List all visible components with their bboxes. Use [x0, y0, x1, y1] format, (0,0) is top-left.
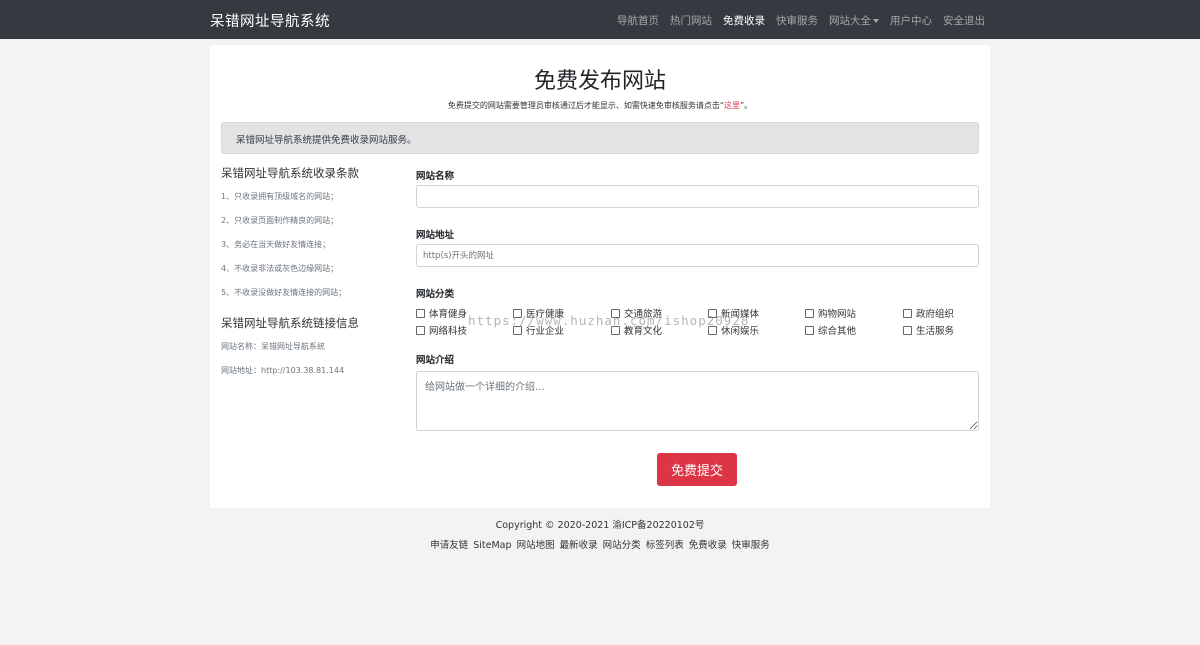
- footer-link-fast-review[interactable]: 快审服务: [732, 540, 770, 551]
- nav-item-free-submit[interactable]: 免费收录: [723, 13, 765, 28]
- footer-copyright: Copyright © 2020-2021 渝ICP备20220102号: [495, 520, 705, 531]
- footer-link-categories[interactable]: 网站分类: [603, 540, 641, 551]
- rules-title: 呆错网址导航系统收录条款: [221, 166, 359, 180]
- category-checkbox[interactable]: 休闲娱乐: [708, 323, 759, 337]
- category-option-label: 购物网站: [818, 309, 857, 320]
- category-checkbox[interactable]: 行业企业: [513, 323, 564, 337]
- category-checkbox[interactable]: 体育健身: [416, 306, 467, 320]
- category-option-label: 综合其他: [818, 326, 857, 337]
- checkbox-icon[interactable]: [805, 308, 814, 318]
- checkbox-icon[interactable]: [708, 325, 717, 335]
- checkbox-icon[interactable]: [903, 325, 912, 335]
- footer-link-free-submit[interactable]: 免费收录: [689, 540, 727, 551]
- checkbox-icon[interactable]: [611, 325, 620, 335]
- nav-item-hot[interactable]: 热门网站: [670, 13, 712, 28]
- category-checkbox[interactable]: 教育文化: [611, 323, 662, 337]
- checkbox-icon[interactable]: [513, 325, 522, 335]
- category-checkbox[interactable]: 政府组织: [903, 306, 954, 320]
- category-option-label: 教育文化: [624, 326, 663, 337]
- category-checkbox[interactable]: 新闻媒体: [708, 306, 759, 320]
- rule-item: 5、不收录没做好友情连接的网站；: [221, 288, 347, 297]
- nav-item-fast-review[interactable]: 快审服务: [776, 13, 818, 28]
- site-intro-textarea[interactable]: [416, 371, 979, 431]
- nav-item-logout[interactable]: 安全退出: [943, 13, 985, 28]
- category-option-label: 体育健身: [429, 309, 468, 320]
- nav-item-home[interactable]: 导航首页: [617, 13, 659, 28]
- free-submit-button[interactable]: 免费提交: [657, 453, 737, 486]
- footer-link-latest[interactable]: 最新收录: [560, 540, 598, 551]
- category-checkbox[interactable]: 医疗健康: [513, 306, 564, 320]
- site-url-label: 网站地址: [416, 230, 455, 241]
- checkbox-icon[interactable]: [903, 308, 912, 318]
- subtitle-text: 免费提交的网站需要管理员审核通过后才能显示、如需快速免审核服务请点击“: [447, 101, 724, 110]
- link-info-name: 网站名称：呆错网址导航系统: [221, 342, 325, 351]
- fast-review-link[interactable]: 这里: [724, 101, 740, 110]
- checkbox-icon[interactable]: [416, 308, 425, 318]
- footer-links: 申请友链 SiteMap 网站地图 最新收录 网站分类 标签列表 免费收录 快审…: [0, 537, 1200, 551]
- caret-down-icon: [873, 19, 879, 23]
- page-title: 免费发布网站: [533, 69, 666, 94]
- nav-item-directory-dropdown[interactable]: 网站大全: [829, 13, 879, 28]
- nav-item-user-center[interactable]: 用户中心: [890, 13, 932, 28]
- checkbox-icon[interactable]: [805, 325, 814, 335]
- subtitle-suffix: ”。: [740, 101, 753, 110]
- rule-item: 4、不收录非法或灰色边缘网站；: [221, 264, 339, 273]
- category-option-label: 生活服务: [916, 326, 955, 337]
- site-intro-label: 网站介绍: [416, 355, 455, 366]
- category-option-label: 行业企业: [526, 326, 565, 337]
- category-option-label: 休闲娱乐: [721, 326, 760, 337]
- top-navbar: 呆错网址导航系统 导航首页 热门网站 免费收录 快审服务 网站大全 用户中心 安…: [0, 0, 1200, 39]
- link-info-title: 呆错网址导航系统链接信息: [221, 316, 359, 330]
- rule-item: 3、务必在当天做好友情连接；: [221, 240, 331, 249]
- category-checkbox[interactable]: 生活服务: [903, 323, 954, 337]
- submit-card: 免费发布网站 免费提交的网站需要管理员审核通过后才能显示、如需快速免审核服务请点…: [210, 45, 990, 508]
- category-checkbox[interactable]: 综合其他: [805, 323, 856, 337]
- checkbox-icon[interactable]: [416, 325, 425, 335]
- category-checkbox[interactable]: 网络科技: [416, 323, 467, 337]
- info-alert: 呆错网址导航系统提供免费收录网站服务。: [221, 122, 979, 154]
- link-info-url: 网站地址：http://103.38.81.144: [221, 366, 345, 375]
- footer-link-apply-friend[interactable]: 申请友链: [430, 540, 468, 551]
- nav-item-directory-label: 网站大全: [829, 15, 871, 27]
- checkbox-icon[interactable]: [708, 308, 717, 318]
- category-checkbox[interactable]: 购物网站: [805, 306, 856, 320]
- category-checkbox[interactable]: 交通旅游: [611, 306, 662, 320]
- category-label: 网站分类: [416, 289, 455, 300]
- category-option-label: 网络科技: [429, 326, 468, 337]
- footer-link-sitemap[interactable]: SiteMap: [473, 540, 511, 551]
- site-brand[interactable]: 呆错网址导航系统: [210, 10, 330, 31]
- category-option-label: 医疗健康: [526, 309, 565, 320]
- rule-item: 2、只收录页面制作精良的网站；: [221, 216, 339, 225]
- rule-item: 1、只收录拥有顶级域名的网站；: [221, 192, 339, 201]
- category-option-label: 交通旅游: [624, 309, 663, 320]
- site-name-input[interactable]: [416, 185, 979, 208]
- nav-menu: 导航首页 热门网站 免费收录 快审服务 网站大全 用户中心 安全退出: [617, 13, 985, 28]
- site-name-label: 网站名称: [416, 171, 455, 182]
- footer-link-site-map-cn[interactable]: 网站地图: [517, 540, 555, 551]
- checkbox-icon[interactable]: [513, 308, 522, 318]
- site-url-input[interactable]: [416, 244, 979, 267]
- footer-link-tags[interactable]: 标签列表: [646, 540, 684, 551]
- category-option-label: 政府组织: [916, 309, 955, 320]
- checkbox-icon[interactable]: [611, 308, 620, 318]
- page-subtitle: 免费提交的网站需要管理员审核通过后才能显示、如需快速免审核服务请点击“这里”。: [210, 100, 990, 111]
- category-option-label: 新闻媒体: [721, 309, 760, 320]
